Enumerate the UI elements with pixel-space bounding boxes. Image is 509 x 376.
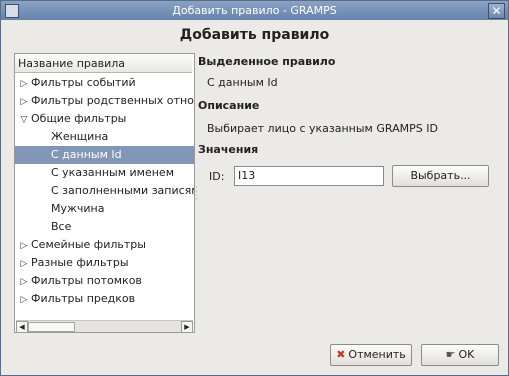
- tree-column-header[interactable]: Название правила: [15, 54, 192, 73]
- tree-row-label: Фильтры событий: [31, 76, 136, 89]
- pane-resize-handle[interactable]: · · · ·: [195, 184, 201, 204]
- tree-row-label: Женщина: [51, 130, 109, 143]
- tree-row[interactable]: Мужчина: [15, 200, 194, 218]
- tree-row[interactable]: С данным Id: [15, 146, 194, 164]
- tree-row-label: С заполненными записями: [51, 184, 194, 197]
- tree-row-label: Фильтры предков: [31, 292, 136, 305]
- cancel-icon: ✖: [336, 348, 346, 361]
- description-heading: Описание: [198, 99, 260, 112]
- ok-icon: ☛: [445, 348, 456, 361]
- tree-row[interactable]: ▷ Фильтры предков: [15, 290, 194, 308]
- id-label: ID:: [209, 170, 225, 183]
- tree-row-label: Семейные фильтры: [31, 238, 146, 251]
- scroll-right-icon[interactable]: ▶: [181, 321, 193, 333]
- tree-row[interactable]: ▷ Фильтры событий: [15, 74, 194, 92]
- cancel-label: Отменить: [348, 348, 406, 361]
- tree-row[interactable]: ▷ Разные фильтры: [15, 254, 194, 272]
- window-title: Добавить правило - GRAMPS: [172, 4, 337, 17]
- id-input[interactable]: I13: [234, 166, 384, 186]
- tree-row[interactable]: Все: [15, 218, 194, 236]
- tree-row[interactable]: ▷ Семейные фильтры: [15, 236, 194, 254]
- dialog-heading: Добавить правило: [179, 27, 330, 43]
- tree-row[interactable]: Женщина: [15, 128, 194, 146]
- scroll-left-icon[interactable]: ◀: [16, 321, 28, 333]
- values-heading: Значения: [198, 143, 259, 156]
- expander-arrow-icon[interactable]: ▷: [17, 291, 31, 308]
- expander-arrow-icon[interactable]: ▷: [17, 273, 31, 290]
- window-menu-icon[interactable]: [5, 4, 19, 18]
- dialog-window: Добавить правило - GRAMPS ✕ Добавить пра…: [0, 0, 509, 376]
- horizontal-scrollbar[interactable]: ◀ ▶: [16, 320, 193, 333]
- selected-rule-heading: Выделенное правило: [198, 55, 336, 68]
- tree-row-label: Все: [51, 220, 72, 233]
- tree-row[interactable]: ▷Фильтры родственных отношений: [15, 92, 194, 110]
- tree-row-label: Общие фильтры: [31, 112, 127, 125]
- tree-row-label: Фильтры родственных отношений: [31, 94, 194, 107]
- scroll-thumb[interactable]: [28, 322, 75, 332]
- tree-row[interactable]: С указанным именем: [15, 164, 194, 182]
- selected-rule-value: С данным Id: [207, 76, 278, 89]
- select-button[interactable]: Выбрать...: [392, 165, 489, 187]
- expander-arrow-icon[interactable]: ▷: [17, 255, 31, 272]
- tree-row-label: Разные фильтры: [31, 256, 129, 269]
- close-button[interactable]: ✕: [488, 3, 505, 19]
- expanded-arrow-icon[interactable]: ▽: [17, 111, 31, 128]
- tree-row[interactable]: ▽ Общие фильтры: [15, 110, 194, 128]
- expander-arrow-icon[interactable]: ▷: [17, 237, 31, 254]
- description-text: Выбирает лицо с указанным GRAMPS ID: [207, 122, 438, 135]
- tree-row-label: Мужчина: [51, 202, 105, 215]
- ok-label: OK: [458, 348, 475, 361]
- expander-arrow-icon[interactable]: ▷: [17, 75, 31, 92]
- tree-row[interactable]: С заполненными записями: [15, 182, 194, 200]
- expander-arrow-icon[interactable]: ▷: [17, 93, 31, 110]
- tree-row[interactable]: ▷ Фильтры потомков: [15, 272, 194, 290]
- tree-row-label: С данным Id: [51, 148, 122, 161]
- tree-row-label: Фильтры потомков: [31, 274, 142, 287]
- tree-row-label: С указанным именем: [51, 166, 174, 179]
- title-bar[interactable]: Добавить правило - GRAMPS ✕: [1, 1, 508, 20]
- ok-button[interactable]: ☛ OK: [421, 344, 499, 366]
- rule-tree[interactable]: Название правила ▷ Фильтры событий ▷ Фильтр…: [14, 53, 195, 333]
- cancel-button[interactable]: ✖ Отменить: [330, 344, 412, 366]
